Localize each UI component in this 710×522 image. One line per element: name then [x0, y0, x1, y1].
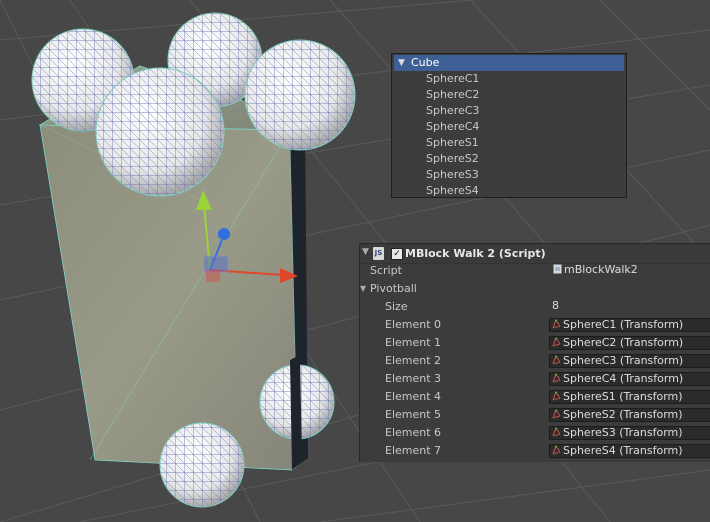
element-value: SphereC1 (Transform) — [563, 318, 684, 331]
hierarchy-item-cube[interactable]: ▼ Cube — [394, 55, 624, 71]
element-label: Element 1 — [385, 336, 442, 349]
element-object-field[interactable]: SphereC1 (Transform) — [549, 318, 710, 332]
foldout-triangle-icon[interactable]: ▼ — [362, 247, 369, 257]
js-script-icon: JS — [373, 247, 384, 260]
component-enabled-checkbox[interactable]: ✓ — [391, 248, 403, 260]
transform-icon — [552, 373, 561, 383]
element-value: SphereC3 (Transform) — [563, 354, 684, 367]
element-value: SphereS4 (Transform) — [563, 444, 683, 457]
cube-side-face — [290, 355, 302, 470]
hierarchy-item[interactable]: SphereS3 — [426, 167, 479, 183]
size-label: Size — [385, 300, 408, 313]
sphere-c-front[interactable] — [95, 67, 225, 197]
hierarchy-item[interactable]: SphereC1 — [426, 71, 479, 87]
script-file-icon — [553, 264, 562, 274]
element-value: SphereS2 (Transform) — [563, 408, 683, 421]
element-label: Element 3 — [385, 372, 442, 385]
script-field[interactable]: mBlockWalk2 — [549, 264, 710, 278]
element-label: Element 0 — [385, 318, 442, 331]
sphere-c-right[interactable] — [244, 39, 356, 151]
hierarchy-item[interactable]: SphereS4 — [426, 183, 479, 197]
pivotball-label[interactable]: Pivotball — [370, 281, 417, 297]
component-title: MBlock Walk 2 (Script) — [405, 247, 546, 260]
expand-triangle-icon[interactable]: ▼ — [398, 55, 405, 71]
element-object-field[interactable]: SphereS2 (Transform) — [549, 408, 710, 422]
hierarchy-item[interactable]: SphereS1 — [426, 135, 479, 151]
script-label: Script — [370, 264, 402, 277]
pivotball-foldout-icon[interactable]: ▼ — [360, 284, 366, 293]
element-object-field[interactable]: SphereS4 (Transform) — [549, 444, 710, 458]
hierarchy-item[interactable]: SphereC3 — [426, 103, 479, 119]
element-object-field[interactable]: SphereS3 (Transform) — [549, 426, 710, 440]
transform-icon — [552, 409, 561, 419]
hierarchy-item[interactable]: SphereC2 — [426, 87, 479, 103]
transform-icon — [552, 427, 561, 437]
hierarchy-item-label: Cube — [411, 56, 440, 69]
hierarchy-item[interactable]: SphereS2 — [426, 151, 479, 167]
component-header[interactable]: ▼ JS ✓ MBlock Walk 2 (Script) — [360, 244, 710, 264]
element-label: Element 2 — [385, 354, 442, 367]
element-label: Element 7 — [385, 444, 442, 457]
transform-icon — [552, 319, 561, 329]
element-object-field[interactable]: SphereS1 (Transform) — [549, 390, 710, 404]
element-label: Element 6 — [385, 426, 442, 439]
element-value: SphereC4 (Transform) — [563, 372, 684, 385]
element-label: Element 5 — [385, 408, 442, 421]
size-value: 8 — [552, 300, 559, 312]
hierarchy-item[interactable]: SphereC4 — [426, 119, 479, 135]
transform-icon — [552, 355, 561, 365]
transform-icon — [552, 445, 561, 455]
element-label: Element 4 — [385, 390, 442, 403]
element-value: SphereS1 (Transform) — [563, 390, 683, 403]
inspector-panel: ▼ JS ✓ MBlock Walk 2 (Script) Script mBl… — [359, 243, 710, 462]
element-object-field[interactable]: SphereC2 (Transform) — [549, 336, 710, 350]
element-object-field[interactable]: SphereC3 (Transform) — [549, 354, 710, 368]
element-value: SphereS3 (Transform) — [563, 426, 683, 439]
transform-icon — [552, 337, 561, 347]
element-value: SphereC2 (Transform) — [563, 336, 684, 349]
transform-icon — [552, 391, 561, 401]
element-object-field[interactable]: SphereC4 (Transform) — [549, 372, 710, 386]
sphere-s-bottom[interactable] — [159, 422, 245, 508]
hierarchy-panel[interactable]: ▼ Cube SphereC1 SphereC2 SphereC3 Sphere… — [391, 53, 627, 198]
size-field[interactable]: 8 — [549, 300, 710, 314]
script-value: mBlockWalk2 — [564, 264, 638, 276]
